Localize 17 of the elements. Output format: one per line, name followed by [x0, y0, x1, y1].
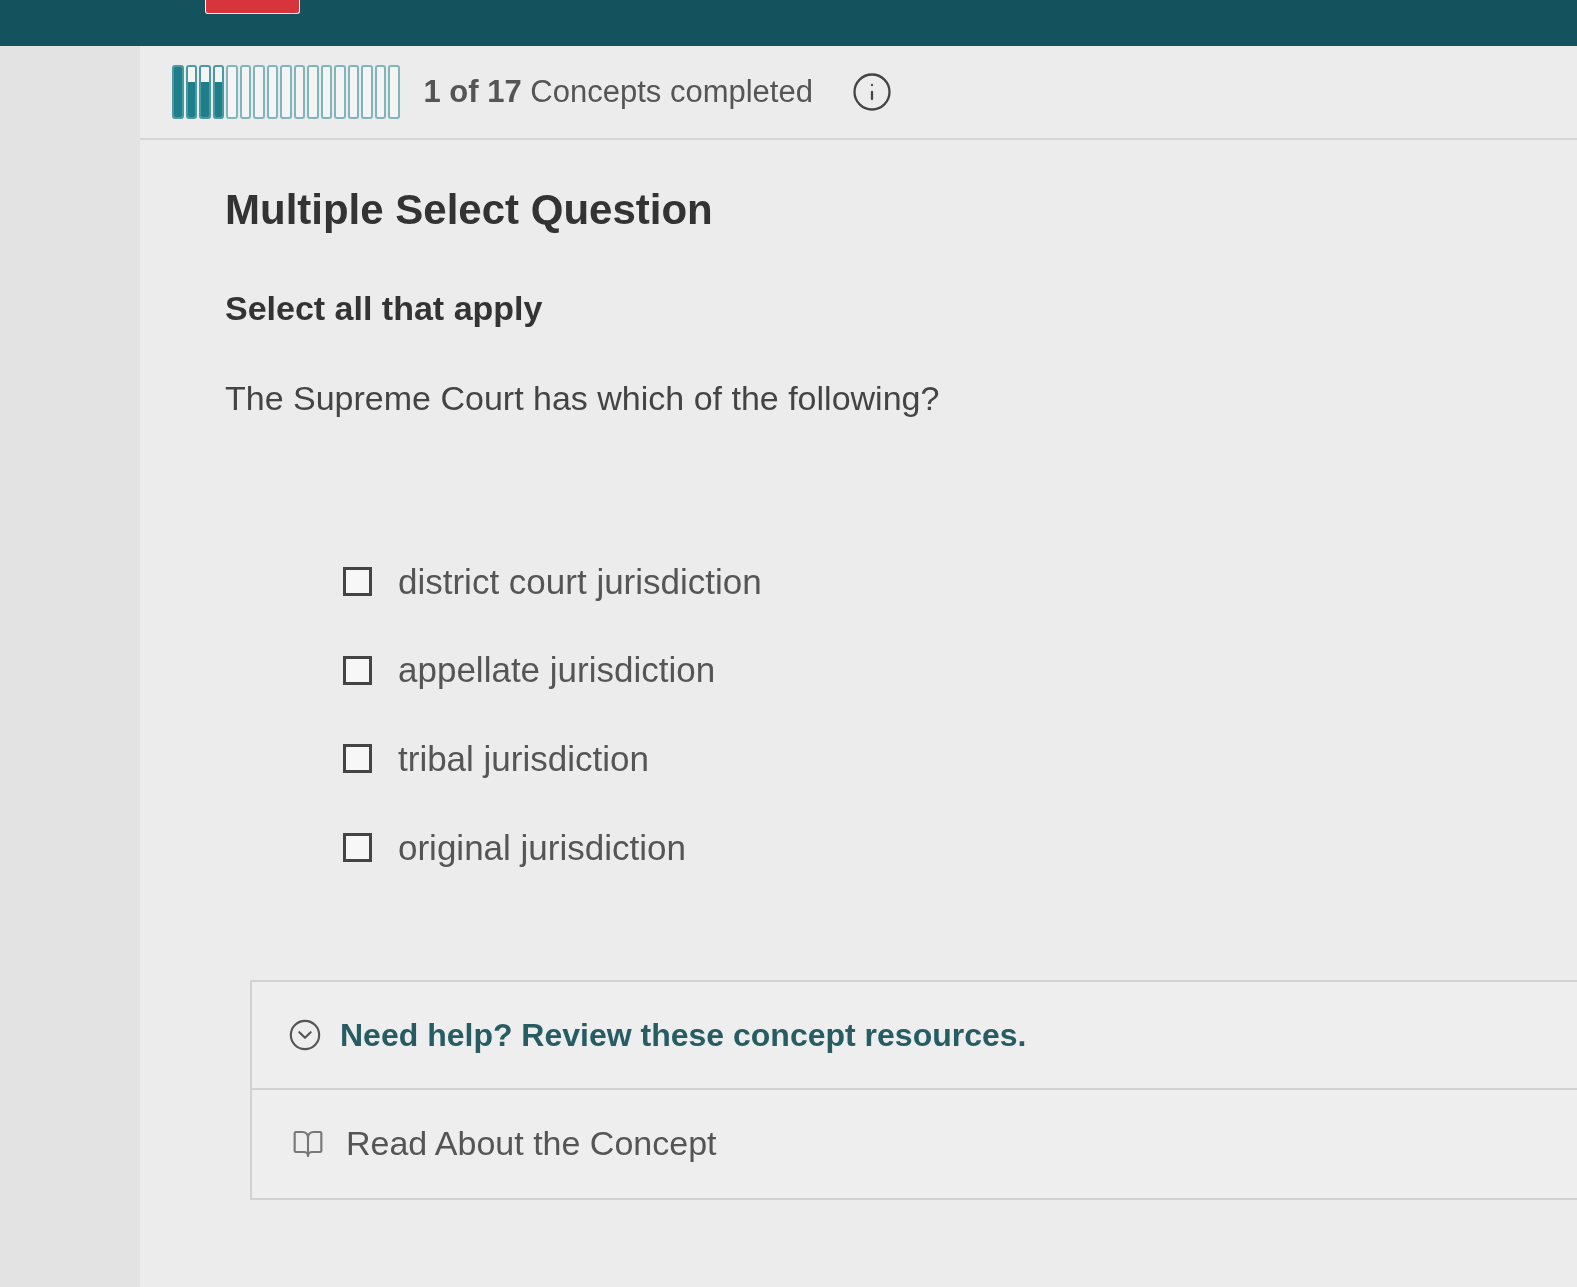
progress-label: 1 of 17 Concepts completed — [423, 72, 813, 111]
option-label[interactable]: appellate jurisdiction — [398, 648, 716, 692]
resource-link[interactable]: Read About the Concept — [252, 1089, 1577, 1198]
option-checkbox[interactable] — [343, 744, 372, 774]
option-label[interactable]: original jurisdiction — [398, 825, 686, 870]
option-checkbox[interactable] — [343, 655, 372, 685]
help-toggle[interactable]: Need help? Review these concept resources. — [252, 981, 1577, 1090]
option-label[interactable]: district court jurisdiction — [398, 559, 762, 604]
option-checkbox[interactable] — [343, 833, 372, 863]
question-heading: Multiple Select Question — [225, 185, 713, 235]
option-label[interactable]: tribal jurisdiction — [398, 737, 649, 781]
toolbar-button[interactable] — [205, 0, 300, 14]
instruction-text: Select all that apply — [225, 287, 543, 329]
question-text: The Supreme Court has which of the following? — [225, 378, 940, 419]
chevron-down-icon — [288, 1017, 322, 1052]
info-icon[interactable] — [850, 71, 893, 113]
option-checkbox[interactable] — [343, 566, 372, 596]
